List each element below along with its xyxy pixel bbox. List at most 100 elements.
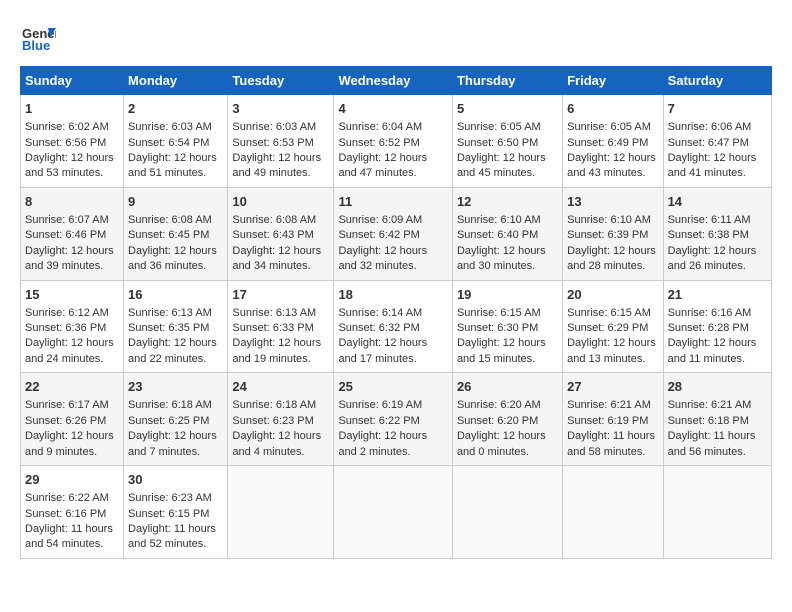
sunset-text: Sunset: 6:45 PM [128, 229, 209, 241]
calendar-cell: 12 Sunrise: 6:10 AM Sunset: 6:40 PM Dayl… [452, 187, 562, 280]
sunset-text: Sunset: 6:25 PM [128, 415, 209, 427]
calendar-cell: 27 Sunrise: 6:21 AM Sunset: 6:19 PM Dayl… [563, 373, 663, 466]
calendar-cell: 29 Sunrise: 6:22 AM Sunset: 6:16 PM Dayl… [21, 466, 124, 559]
calendar-cell: 7 Sunrise: 6:06 AM Sunset: 6:47 PM Dayli… [663, 95, 771, 188]
day-of-week-header: Monday [124, 67, 228, 95]
sunset-text: Sunset: 6:15 PM [128, 508, 209, 520]
day-number: 13 [567, 193, 658, 211]
daylight-label: Daylight: 12 hours and 41 minutes. [668, 152, 757, 179]
sunset-text: Sunset: 6:38 PM [668, 229, 749, 241]
logo-icon: General Blue [20, 20, 56, 56]
sunrise-text: Sunrise: 6:06 AM [668, 121, 752, 133]
daylight-label: Daylight: 12 hours and 7 minutes. [128, 430, 217, 457]
sunrise-text: Sunrise: 6:18 AM [128, 399, 212, 411]
calendar-cell: 23 Sunrise: 6:18 AM Sunset: 6:25 PM Dayl… [124, 373, 228, 466]
calendar-cell: 9 Sunrise: 6:08 AM Sunset: 6:45 PM Dayli… [124, 187, 228, 280]
calendar-cell: 10 Sunrise: 6:08 AM Sunset: 6:43 PM Dayl… [228, 187, 334, 280]
daylight-label: Daylight: 12 hours and 32 minutes. [338, 245, 427, 272]
daylight-label: Daylight: 12 hours and 34 minutes. [232, 245, 321, 272]
day-number: 8 [25, 193, 119, 211]
sunrise-text: Sunrise: 6:10 AM [567, 214, 651, 226]
sunset-text: Sunset: 6:54 PM [128, 137, 209, 149]
calendar-cell [563, 466, 663, 559]
sunrise-text: Sunrise: 6:15 AM [457, 307, 541, 319]
sunset-text: Sunset: 6:40 PM [457, 229, 538, 241]
calendar-cell: 28 Sunrise: 6:21 AM Sunset: 6:18 PM Dayl… [663, 373, 771, 466]
daylight-label: Daylight: 12 hours and 39 minutes. [25, 245, 114, 272]
sunrise-text: Sunrise: 6:14 AM [338, 307, 422, 319]
sunset-text: Sunset: 6:32 PM [338, 322, 419, 334]
calendar-cell [228, 466, 334, 559]
calendar-cell: 17 Sunrise: 6:13 AM Sunset: 6:33 PM Dayl… [228, 280, 334, 373]
day-number: 29 [25, 471, 119, 489]
sunrise-text: Sunrise: 6:04 AM [338, 121, 422, 133]
day-number: 9 [128, 193, 223, 211]
sunset-text: Sunset: 6:50 PM [457, 137, 538, 149]
day-number: 26 [457, 378, 558, 396]
sunset-text: Sunset: 6:35 PM [128, 322, 209, 334]
sunset-text: Sunset: 6:16 PM [25, 508, 106, 520]
day-number: 27 [567, 378, 658, 396]
sunset-text: Sunset: 6:26 PM [25, 415, 106, 427]
day-of-week-header: Wednesday [334, 67, 453, 95]
sunrise-text: Sunrise: 6:13 AM [232, 307, 316, 319]
day-number: 14 [668, 193, 767, 211]
day-number: 2 [128, 100, 223, 118]
day-number: 28 [668, 378, 767, 396]
daylight-label: Daylight: 11 hours and 58 minutes. [567, 430, 655, 457]
sunrise-text: Sunrise: 6:18 AM [232, 399, 316, 411]
daylight-label: Daylight: 12 hours and 51 minutes. [128, 152, 217, 179]
daylight-label: Daylight: 12 hours and 11 minutes. [668, 337, 757, 364]
daylight-label: Daylight: 12 hours and 49 minutes. [232, 152, 321, 179]
daylight-label: Daylight: 12 hours and 19 minutes. [232, 337, 321, 364]
sunrise-text: Sunrise: 6:03 AM [128, 121, 212, 133]
sunrise-text: Sunrise: 6:22 AM [25, 492, 109, 504]
day-number: 4 [338, 100, 448, 118]
sunset-text: Sunset: 6:18 PM [668, 415, 749, 427]
calendar-cell [663, 466, 771, 559]
calendar-cell: 6 Sunrise: 6:05 AM Sunset: 6:49 PM Dayli… [563, 95, 663, 188]
daylight-label: Daylight: 12 hours and 2 minutes. [338, 430, 427, 457]
daylight-label: Daylight: 12 hours and 45 minutes. [457, 152, 546, 179]
sunset-text: Sunset: 6:56 PM [25, 137, 106, 149]
sunset-text: Sunset: 6:29 PM [567, 322, 648, 334]
sunrise-text: Sunrise: 6:02 AM [25, 121, 109, 133]
sunset-text: Sunset: 6:36 PM [25, 322, 106, 334]
daylight-label: Daylight: 12 hours and 26 minutes. [668, 245, 757, 272]
sunset-text: Sunset: 6:23 PM [232, 415, 313, 427]
sunset-text: Sunset: 6:47 PM [668, 137, 749, 149]
day-number: 11 [338, 193, 448, 211]
day-number: 21 [668, 286, 767, 304]
calendar-cell: 25 Sunrise: 6:19 AM Sunset: 6:22 PM Dayl… [334, 373, 453, 466]
sunrise-text: Sunrise: 6:20 AM [457, 399, 541, 411]
day-number: 5 [457, 100, 558, 118]
day-number: 30 [128, 471, 223, 489]
calendar-cell: 22 Sunrise: 6:17 AM Sunset: 6:26 PM Dayl… [21, 373, 124, 466]
sunrise-text: Sunrise: 6:07 AM [25, 214, 109, 226]
daylight-label: Daylight: 12 hours and 13 minutes. [567, 337, 656, 364]
day-number: 19 [457, 286, 558, 304]
day-number: 22 [25, 378, 119, 396]
calendar-cell: 20 Sunrise: 6:15 AM Sunset: 6:29 PM Dayl… [563, 280, 663, 373]
day-number: 6 [567, 100, 658, 118]
day-number: 3 [232, 100, 329, 118]
sunset-text: Sunset: 6:46 PM [25, 229, 106, 241]
sunrise-text: Sunrise: 6:05 AM [457, 121, 541, 133]
calendar-cell: 2 Sunrise: 6:03 AM Sunset: 6:54 PM Dayli… [124, 95, 228, 188]
calendar-cell: 13 Sunrise: 6:10 AM Sunset: 6:39 PM Dayl… [563, 187, 663, 280]
sunset-text: Sunset: 6:33 PM [232, 322, 313, 334]
day-number: 1 [25, 100, 119, 118]
day-number: 7 [668, 100, 767, 118]
daylight-label: Daylight: 12 hours and 0 minutes. [457, 430, 546, 457]
calendar-cell [334, 466, 453, 559]
calendar-cell: 15 Sunrise: 6:12 AM Sunset: 6:36 PM Dayl… [21, 280, 124, 373]
calendar-cell: 3 Sunrise: 6:03 AM Sunset: 6:53 PM Dayli… [228, 95, 334, 188]
sunset-text: Sunset: 6:49 PM [567, 137, 648, 149]
calendar-cell: 21 Sunrise: 6:16 AM Sunset: 6:28 PM Dayl… [663, 280, 771, 373]
calendar-cell: 19 Sunrise: 6:15 AM Sunset: 6:30 PM Dayl… [452, 280, 562, 373]
calendar-cell: 26 Sunrise: 6:20 AM Sunset: 6:20 PM Dayl… [452, 373, 562, 466]
daylight-label: Daylight: 11 hours and 56 minutes. [668, 430, 756, 457]
sunset-text: Sunset: 6:43 PM [232, 229, 313, 241]
logo: General Blue [20, 20, 56, 56]
sunrise-text: Sunrise: 6:11 AM [668, 214, 751, 226]
